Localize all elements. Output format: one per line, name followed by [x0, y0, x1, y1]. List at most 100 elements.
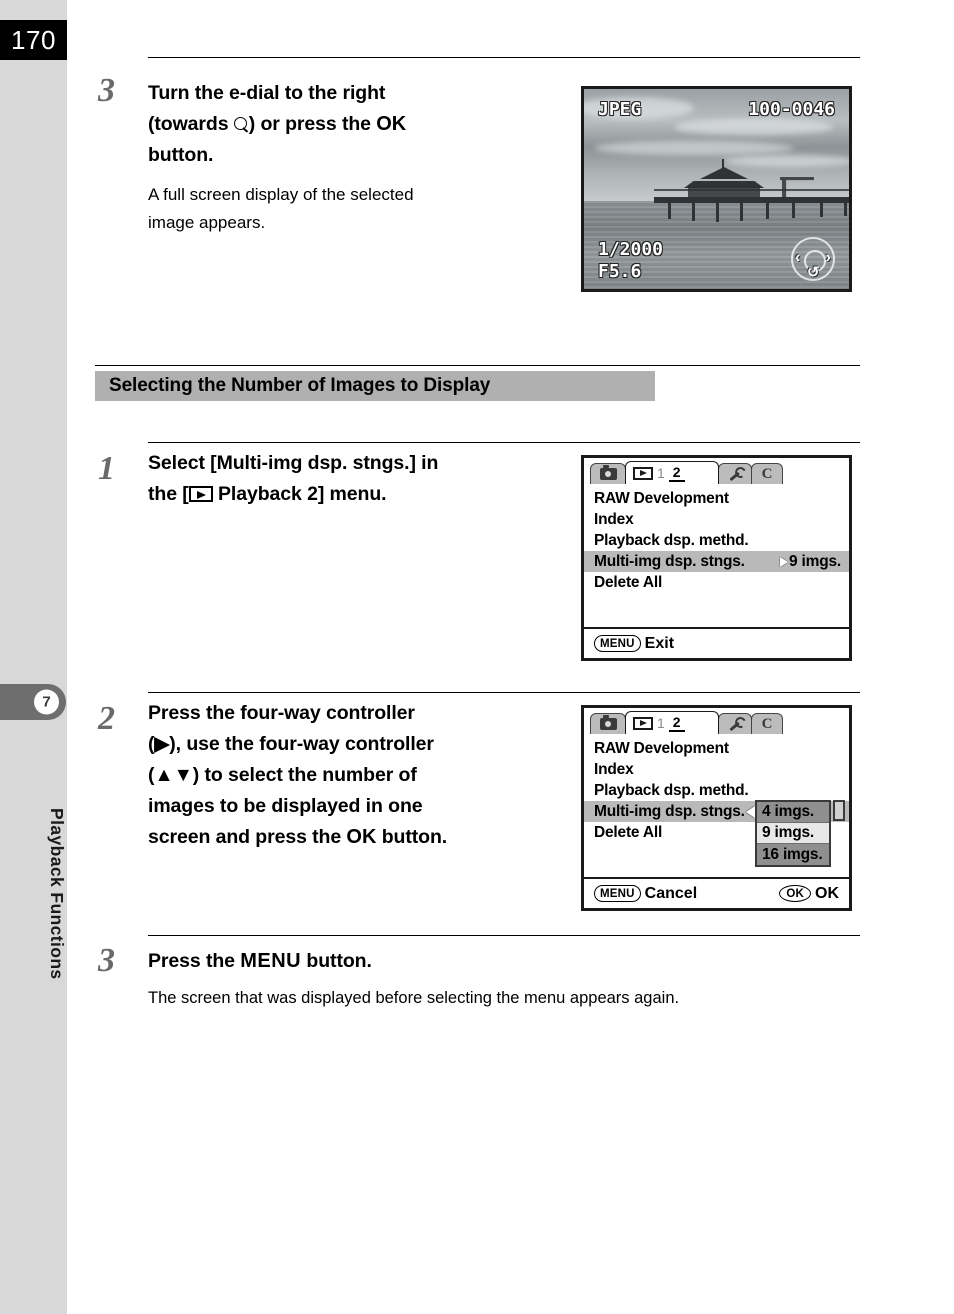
menu-row-index[interactable]: Index [584, 509, 849, 530]
menu-tab-strip: 1 2 C [590, 711, 783, 734]
custom-label: C [761, 465, 773, 482]
step-2-heading-line1: Press the four-way controller [148, 702, 415, 724]
menu-label: Playback dsp. methd. [594, 781, 749, 799]
magnifier-icon [233, 117, 249, 132]
tab-playback-2[interactable]: 1 2 [625, 711, 719, 734]
step-3-heading-line3: button. [148, 144, 214, 166]
step-number-3-top: 3 [98, 72, 115, 109]
divider-step-3-bottom-top [148, 935, 860, 936]
step-1-heading-line2-post: Playback 2] menu. [212, 483, 387, 505]
wrench-icon [727, 717, 743, 731]
step-1-heading-line1: Select [Multi-img dsp. stngs.] in [148, 452, 439, 474]
tab-setup[interactable] [718, 463, 752, 484]
menu-label: Multi-img dsp. stngs. [594, 552, 745, 570]
menu-screen-playback-2: 1 2 C RAW Development Index Playback dsp… [581, 455, 852, 661]
dropdown-scroll-stub [833, 800, 845, 821]
playback-icon [633, 716, 653, 730]
step-3b-heading-pre: Press the [148, 950, 241, 972]
tab-custom[interactable]: C [751, 463, 783, 484]
menu-row-multi-img-dsp-stngs[interactable]: Multi-img dsp. stngs. 9 imgs. [584, 551, 849, 572]
menu-label: RAW Development [594, 739, 729, 757]
menu-label: Index [594, 760, 634, 778]
tab-custom[interactable]: C [751, 713, 783, 734]
menu-label: Delete All [594, 573, 663, 591]
page-content: 3 Turn the e-dial to the right (towards … [0, 0, 954, 1314]
menu-row-raw-development[interactable]: RAW Development [584, 488, 849, 509]
pier-piling-1 [668, 203, 671, 219]
divider-section-top [95, 365, 860, 366]
step-3-heading-line2-pre: (towards [148, 113, 234, 135]
menu-row-playback-dsp-methd[interactable]: Playback dsp. methd. [584, 780, 849, 801]
arrow-right-icon [779, 556, 788, 567]
step-3-heading-line2-mid: ) or press the [248, 113, 377, 135]
multi-img-dropdown: 4 imgs. 9 imgs. 16 imgs. [755, 800, 831, 867]
step-3b-body-line1: The screen that was displayed before sel… [148, 989, 680, 1007]
arrow-left-icon [746, 805, 755, 818]
tab-page-1[interactable]: 1 [653, 715, 669, 731]
ok-button-glyph: OK [346, 826, 377, 848]
step-1-heading: Select [Multi-img dsp. stngs.] in the [ … [148, 448, 558, 510]
step-2-heading-line5-post: button. [376, 826, 448, 848]
tab-camera[interactable] [590, 463, 626, 484]
menu-row-delete-all[interactable]: Delete All [584, 572, 849, 593]
ok-button-glyph: OK [376, 113, 407, 135]
dropdown-option-9-imgs[interactable]: 9 imgs. [757, 823, 829, 844]
tab-setup[interactable] [718, 713, 752, 734]
pier-piling-8 [844, 203, 847, 216]
menu-button-pill[interactable]: MENU [594, 885, 641, 902]
lcd-photo-preview: JPEG 100-0046 1/2000 F5.6 ‹ › ↺ [581, 86, 852, 292]
divider-step-3-top [148, 57, 860, 58]
dropdown-option-label: 4 imgs. [762, 803, 815, 820]
step-number-1: 1 [98, 450, 115, 487]
divider-step-1-top [148, 442, 860, 443]
tab-camera[interactable] [590, 713, 626, 734]
dropdown-option-4-imgs[interactable]: 4 imgs. [757, 802, 829, 823]
menu-tab-bar: 1 2 C [584, 708, 849, 734]
step-1-heading-line2-pre: the [ [148, 483, 189, 505]
tab-page-1[interactable]: 1 [653, 465, 669, 481]
menu-row-playback-dsp-methd[interactable]: Playback dsp. methd. [584, 530, 849, 551]
step-3-heading-line1: Turn the e-dial to the right [148, 82, 386, 104]
divider-step-2-top [148, 692, 860, 693]
menu-row-index[interactable]: Index [584, 759, 849, 780]
dropdown-option-16-imgs[interactable]: 16 imgs. [757, 844, 829, 865]
menu-label: Multi-img dsp. stngs. [594, 802, 745, 820]
camera-icon [599, 715, 617, 730]
pier-piling-3 [716, 203, 719, 222]
menu-item-list: RAW Development Index Playback dsp. meth… [584, 488, 849, 593]
pavilion-body [688, 187, 760, 199]
step-3-body: A full screen display of the selected im… [148, 181, 548, 237]
step-number-3-bottom: 3 [98, 942, 115, 979]
rotate-glyph: ↺ [807, 264, 820, 281]
step-3-body-line1: A full screen display of the selected [148, 185, 414, 204]
dropdown-option-label: 16 imgs. [762, 845, 823, 863]
step-3b-heading-post: button. [301, 950, 372, 972]
tab-page-2[interactable]: 2 [668, 714, 685, 732]
step-2-heading-line3: (▲▼) to select the number of [148, 764, 417, 786]
lcd-aperture: F5.6 [598, 261, 642, 282]
playback-icon [633, 466, 653, 480]
step-3-heading: Turn the e-dial to the right (towards ) … [148, 78, 548, 171]
menu-cancel-label: Cancel [644, 884, 698, 902]
menu-value-group [746, 805, 755, 818]
manual-page: 170 7 Playback Functions 3 Turn the e-di… [0, 0, 954, 1314]
ok-button-pill[interactable]: OK [779, 885, 811, 902]
menu-row-raw-development[interactable]: RAW Development [584, 738, 849, 759]
camera-icon [599, 465, 617, 480]
menu-label: Delete All [594, 823, 663, 841]
lcd-file-number: 100-0046 [748, 99, 835, 120]
menu-button-pill[interactable]: MENU [594, 635, 641, 652]
menu-screen-multi-img-dropdown: 1 2 C RAW Development Index Playback dsp… [581, 705, 852, 911]
menu-footer: MENU Exit [584, 627, 849, 658]
step-2-heading-line2: (▶), use the four-way controller [148, 733, 434, 755]
menu-label: Playback dsp. methd. [594, 531, 749, 549]
step-3b-body: The screen that was displayed before sel… [148, 985, 878, 1011]
four-way-controller-indicator: ‹ › ↺ [791, 237, 835, 281]
tab-page-2[interactable]: 2 [668, 464, 685, 482]
playback-icon [188, 486, 213, 502]
tab-playback-2[interactable]: 1 2 [625, 461, 719, 484]
step-3-body-line2: image appears. [148, 213, 266, 232]
pier-piling-7 [820, 203, 823, 217]
step-2-heading-line5-pre: screen and press the [148, 826, 347, 848]
pavilion-spire [722, 159, 724, 169]
